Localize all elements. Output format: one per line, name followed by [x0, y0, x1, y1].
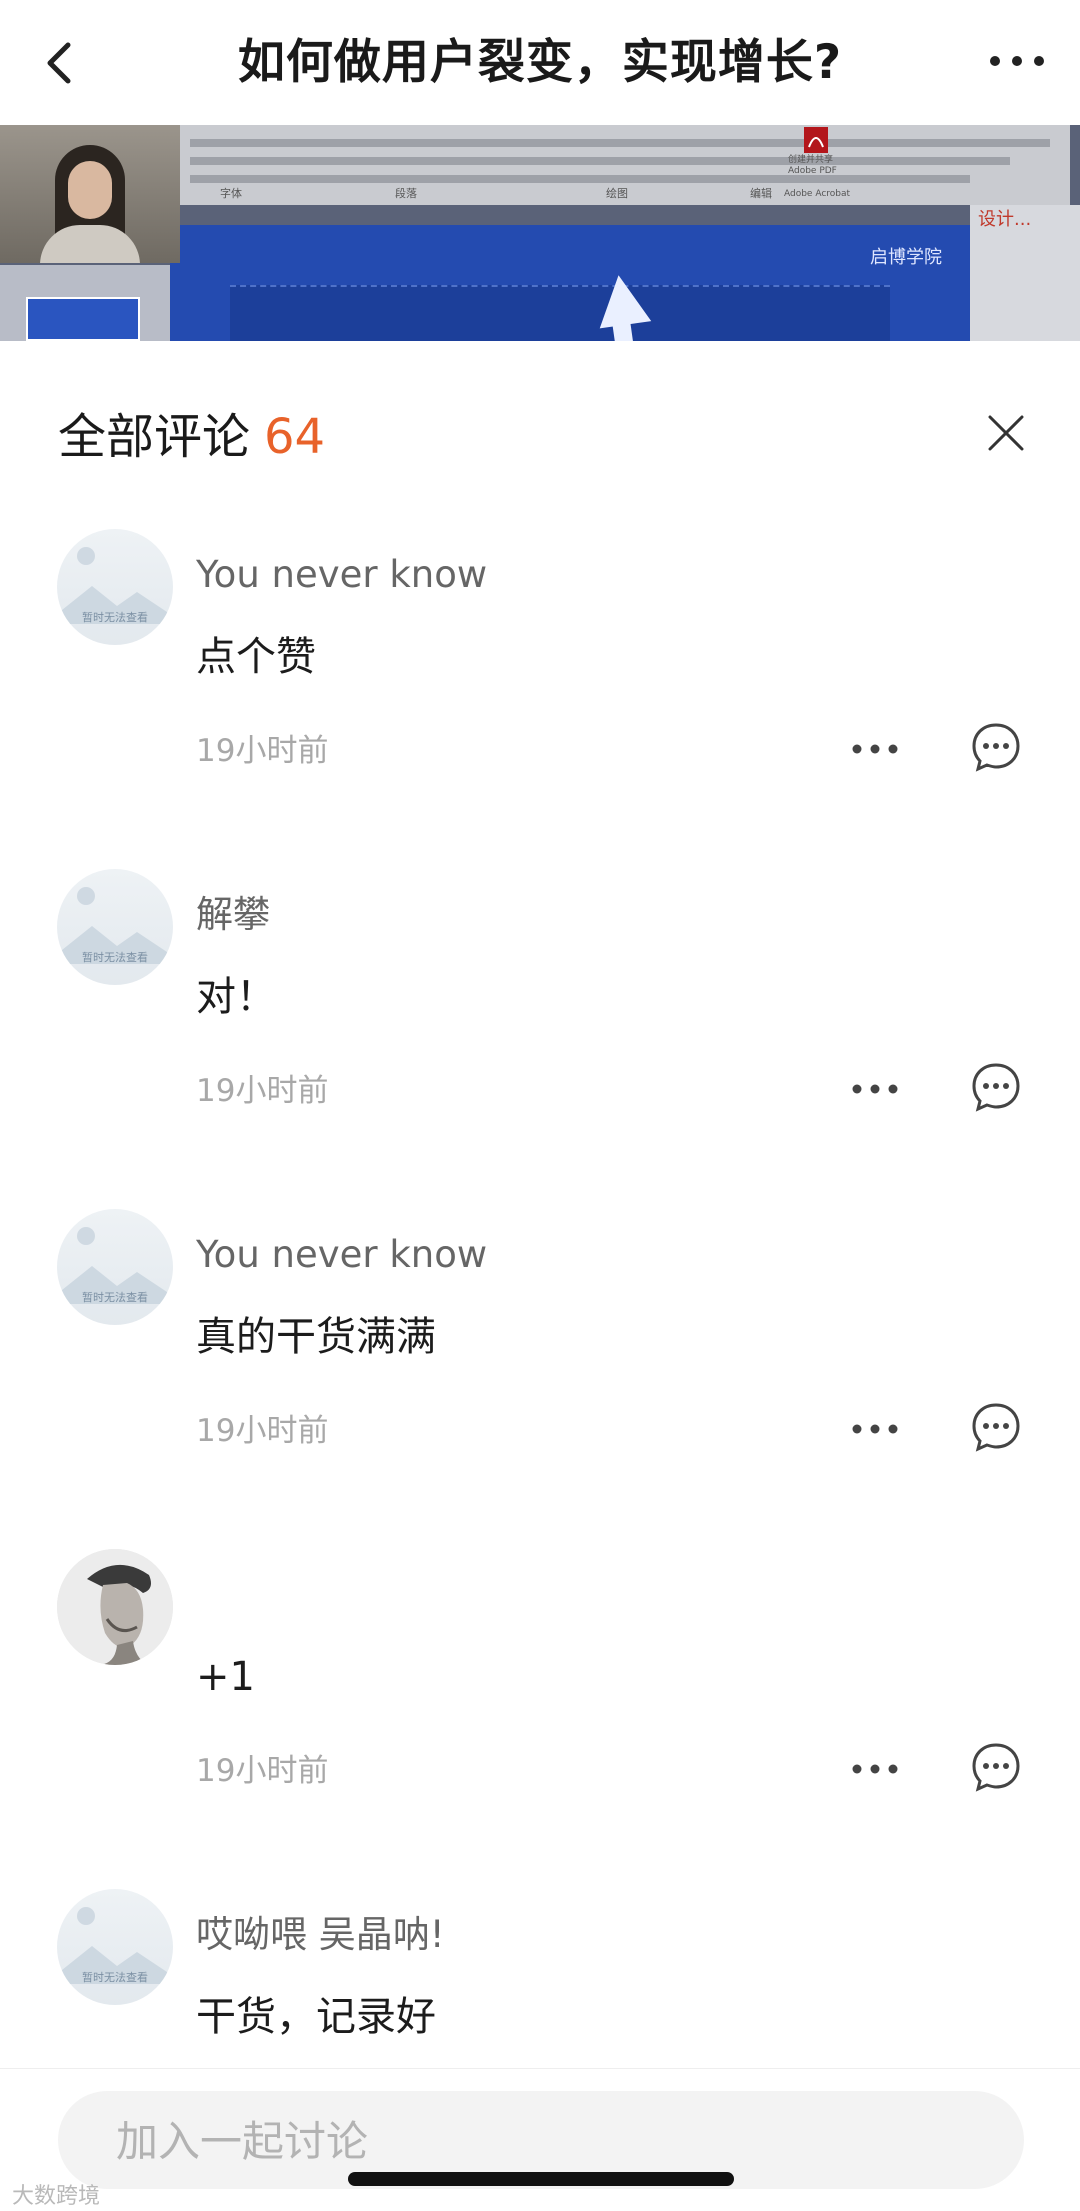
comment-content: 干货，记录好: [196, 1994, 436, 2040]
avatar[interactable]: 暂时无法查看: [57, 869, 173, 985]
ribbon-label: 编辑: [750, 187, 772, 200]
video-player[interactable]: 字体 段落 绘图 编辑 Adobe Acrobat 创建并共享 Adobe PD…: [0, 125, 1080, 341]
adobe-pdf-icon: [804, 127, 828, 153]
comment-item: 暂时无法查看 解攀 对！ 19小时前: [0, 869, 1080, 1189]
avatar[interactable]: [57, 1549, 173, 1665]
avatar-placeholder-text: 暂时无法查看: [82, 1291, 148, 1304]
ribbon-label: 绘图: [606, 187, 628, 200]
comment-time: 19小时前: [196, 1753, 329, 1789]
avatar-placeholder-text: 暂时无法查看: [82, 611, 148, 624]
slide-brand: 启博学院: [870, 247, 942, 268]
ribbon-row: [190, 157, 1010, 165]
ribbon-label: 段落: [395, 187, 417, 200]
comment-time: 19小时前: [196, 733, 329, 769]
comment-item: +1 19小时前: [0, 1549, 1080, 1869]
home-indicator[interactable]: [348, 2172, 734, 2186]
reply-bubble-icon[interactable]: [970, 1741, 1022, 1793]
close-icon[interactable]: [986, 413, 1026, 453]
chevron-left-icon[interactable]: [30, 33, 90, 93]
slide-thumbnail: [26, 297, 140, 341]
more-dots-icon[interactable]: [850, 1757, 900, 1781]
comment-content: 对！: [196, 974, 276, 1020]
more-dots-icon[interactable]: [850, 1417, 900, 1441]
ribbon-row: [190, 175, 970, 183]
page-title: 如何做用户裂变，实现增长?: [237, 35, 843, 90]
presenter-camera: [0, 125, 180, 263]
design-pane-title: 设计...: [978, 209, 1032, 230]
comments-header: 全部评论 64: [58, 407, 325, 467]
avatar[interactable]: 暂时无法查看: [57, 1209, 173, 1325]
avatar-placeholder-text: 暂时无法查看: [82, 1971, 148, 1984]
comment-author[interactable]: 解攀: [196, 891, 270, 939]
comment-item: 暂时无法查看 You never know 真的干货满满 19小时前: [0, 1209, 1080, 1529]
comment-content: +1: [196, 1654, 255, 1700]
comment-time: 19小时前: [196, 1073, 329, 1109]
reply-bubble-icon[interactable]: [970, 721, 1022, 773]
comment-content: 真的干货满满: [196, 1314, 436, 1360]
pdf-button-label: 创建并共享 Adobe PDF: [788, 155, 837, 176]
comments-count: 64: [264, 409, 326, 465]
comment-author[interactable]: You never know: [196, 551, 487, 599]
comment-time: 19小时前: [196, 1413, 329, 1449]
comment-input-bar: [0, 2068, 1080, 2211]
avatar-placeholder-text: 暂时无法查看: [82, 951, 148, 964]
comments-title: 全部评论: [58, 409, 251, 465]
comment-item: 暂时无法查看 You never know 点个赞 19小时前: [0, 529, 1080, 849]
comment-author[interactable]: You never know: [196, 1231, 487, 1279]
ribbon-label: Adobe Acrobat: [784, 189, 851, 199]
comments-panel: 全部评论 64 暂时无法查看 You never know 点个赞 19小时前 暂…: [0, 341, 1080, 2210]
reply-bubble-icon[interactable]: [970, 1061, 1022, 1113]
more-dots-icon[interactable]: [850, 737, 900, 761]
avatar[interactable]: 暂时无法查看: [57, 529, 173, 645]
comment-content: 点个赞: [196, 634, 316, 680]
ribbon-label: 字体: [220, 187, 242, 200]
more-dots-icon[interactable]: [984, 36, 1050, 86]
top-nav-bar: 如何做用户裂变，实现增长?: [0, 0, 1080, 125]
reply-bubble-icon[interactable]: [970, 1401, 1022, 1453]
avatar[interactable]: 暂时无法查看: [57, 1889, 173, 2005]
slide-content: [230, 285, 890, 341]
comment-author[interactable]: 哎呦喂 吴晶呐!: [196, 1911, 445, 1959]
more-dots-icon[interactable]: [850, 1077, 900, 1101]
ribbon-row: [190, 139, 1050, 147]
watermark: 大数跨境: [12, 2184, 101, 2209]
